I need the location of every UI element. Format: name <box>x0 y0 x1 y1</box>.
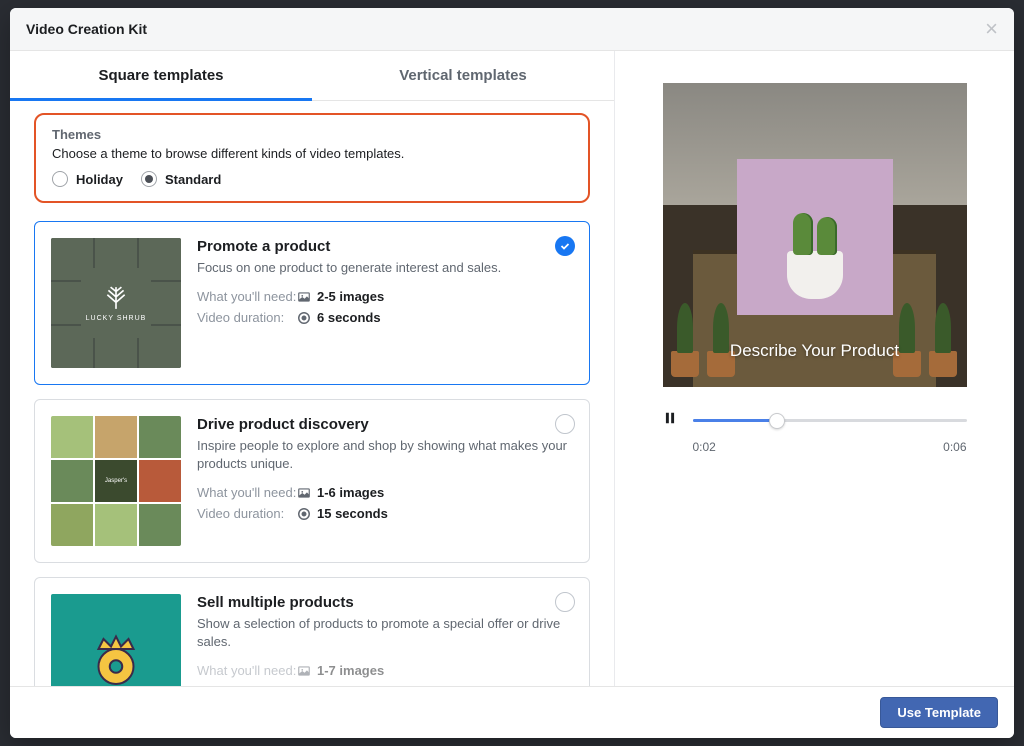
radio-icon <box>52 171 68 187</box>
theme-option-standard[interactable]: Standard <box>141 171 221 187</box>
modal-body: Square templates Vertical templates Them… <box>10 51 1014 686</box>
images-icon <box>297 290 311 304</box>
template-need-row: What you'll need: 1-7 images <box>197 663 573 678</box>
tab-vertical-templates[interactable]: Vertical templates <box>312 51 614 100</box>
video-preview[interactable]: Describe Your Product <box>663 83 967 387</box>
pause-button[interactable] <box>663 411 677 430</box>
themes-label: Themes <box>52 127 572 142</box>
template-title: Sell multiple products <box>197 594 573 611</box>
unselected-radio-icon <box>555 414 575 434</box>
seek-thumb[interactable] <box>769 413 785 429</box>
duration-icon <box>297 311 311 325</box>
modal-header: Video Creation Kit × <box>10 8 1014 51</box>
radio-icon-selected <box>141 171 157 187</box>
template-thumbnail: LUCKY SHRUB <box>51 238 181 368</box>
tab-square-templates[interactable]: Square templates <box>10 51 312 100</box>
template-info: Sell multiple products Show a selection … <box>197 594 573 686</box>
template-card-sell-multiple[interactable]: Sell multiple products Show a selection … <box>34 577 590 686</box>
template-duration-row: Video duration: 6 seconds <box>197 310 573 325</box>
template-title: Promote a product <box>197 238 573 255</box>
template-thumbnail <box>51 594 181 686</box>
preview-caption: Describe Your Product <box>663 341 967 361</box>
unselected-radio-icon <box>555 592 575 612</box>
left-panel: Square templates Vertical templates Them… <box>10 51 615 686</box>
seek-fill <box>693 419 778 422</box>
time-total: 0:06 <box>943 440 966 454</box>
images-icon <box>297 664 311 678</box>
template-card-drive-discovery[interactable]: Jasper's Drive product discovery Inspire… <box>34 399 590 563</box>
template-description: Inspire people to explore and shop by sh… <box>197 437 573 473</box>
images-icon <box>297 486 311 500</box>
template-description: Show a selection of products to promote … <box>197 615 573 651</box>
seek-track[interactable] <box>693 419 967 422</box>
template-need-row: What you'll need: 2-5 images <box>197 289 573 304</box>
theme-option-holiday[interactable]: Holiday <box>52 171 123 187</box>
templates-scroll[interactable]: Themes Choose a theme to browse differen… <box>10 101 614 686</box>
lucky-shrub-logo: LUCKY SHRUB <box>81 268 151 338</box>
preview-product-overlay <box>737 159 893 315</box>
modal-footer: Use Template <box>10 686 1014 738</box>
time-current: 0:02 <box>693 440 716 454</box>
donut-crown-icon <box>86 629 146 686</box>
template-thumbnail: Jasper's <box>51 416 181 546</box>
video-creation-kit-modal: Video Creation Kit × Square templates Ve… <box>10 8 1014 738</box>
preview-panel: Describe Your Product 0:02 0:06 <box>615 51 1014 686</box>
template-duration-row: Video duration: 15 seconds <box>197 506 573 521</box>
template-card-promote-product[interactable]: LUCKY SHRUB Promote a product Focus on o… <box>34 221 590 385</box>
video-player-controls: 0:02 0:06 <box>663 411 967 454</box>
template-info: Promote a product Focus on one product t… <box>197 238 573 368</box>
selected-check-icon <box>555 236 575 256</box>
template-tabs: Square templates Vertical templates <box>10 51 614 101</box>
duration-icon <box>297 507 311 521</box>
themes-radios: Holiday Standard <box>52 171 572 187</box>
template-title: Drive product discovery <box>197 416 573 433</box>
use-template-button[interactable]: Use Template <box>880 697 998 728</box>
template-need-row: What you'll need: 1-6 images <box>197 485 573 500</box>
close-button[interactable]: × <box>985 18 998 40</box>
modal-title: Video Creation Kit <box>26 21 147 37</box>
cactus-pot-icon <box>787 251 843 299</box>
template-description: Focus on one product to generate interes… <box>197 259 573 277</box>
themes-section: Themes Choose a theme to browse differen… <box>34 113 590 203</box>
template-info: Drive product discovery Inspire people t… <box>197 416 573 546</box>
themes-description: Choose a theme to browse different kinds… <box>52 146 572 161</box>
